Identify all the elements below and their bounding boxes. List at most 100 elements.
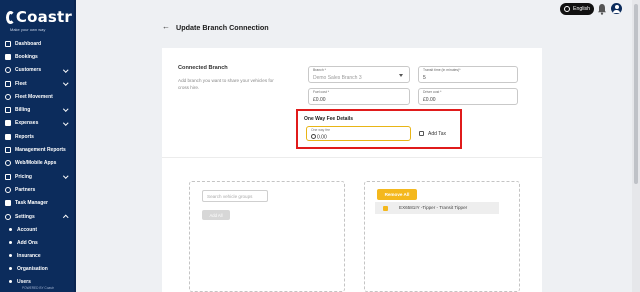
settings-icon: [5, 213, 11, 220]
add-tax-checkbox[interactable]: [419, 131, 424, 136]
chevron-down-icon: [62, 173, 68, 179]
list-item-label: EX6581IY -Tipper - Transit Tipper: [399, 205, 468, 210]
sidebar-item-reports[interactable]: Reports: [0, 130, 76, 143]
customers-icon: [5, 67, 11, 74]
sidebar-scrollbar[interactable]: [74, 0, 76, 292]
fleet-movement-icon: [5, 93, 11, 100]
sidebar-subitem-label: Users: [17, 278, 31, 285]
list-item[interactable]: EX6581IY -Tipper - Transit Tipper: [375, 202, 499, 214]
brand-name-wrap: Coastr: [6, 8, 72, 26]
branch-value: Demo Sales Branch 3: [313, 75, 362, 81]
sidebar-subitem-label: Add Ons: [17, 239, 38, 246]
transit-time-field[interactable]: Transit time (in minutes)* 5: [418, 66, 518, 83]
reports-icon: [5, 133, 11, 140]
powered-by: POWERED BY Coastr: [22, 286, 54, 290]
sidebar-item-label: Fleet: [15, 80, 27, 87]
partners-icon: [5, 186, 11, 193]
sidebar-item-expenses[interactable]: Expenses: [0, 117, 76, 130]
sidebar-item-label: Fleet Movement: [15, 93, 53, 100]
bullet-icon: [9, 280, 12, 284]
sidebar-item-label: Web/Mobile Apps: [15, 160, 57, 167]
fuel-cost-label: Fuel cost *: [313, 90, 330, 94]
sidebar-item-management-reports[interactable]: Management Reports: [0, 143, 76, 156]
scrollbar-thumb[interactable]: [634, 4, 638, 184]
chevron-down-icon: [62, 66, 68, 72]
bullet-icon: [9, 228, 12, 232]
currency-icon: [311, 133, 316, 139]
sidebar-item-label: Expenses: [15, 120, 39, 127]
search-vehicle-groups-input[interactable]: Search vehicle groups: [202, 190, 268, 202]
user-avatar-icon[interactable]: [611, 3, 622, 14]
sidebar-item-label: Dashboard: [15, 40, 42, 47]
sidebar-item-pricing[interactable]: Pricing: [0, 170, 76, 183]
sidebar-item-label: Partners: [15, 186, 36, 193]
brand-logo[interactable]: Coastr Make your own way: [6, 8, 72, 34]
selected-groups-panel: Remove All EX6581IY -Tipper - Transit Ti…: [364, 181, 520, 292]
one-way-fee-section: One Way Fee Details One way fee 0.00 Add…: [296, 109, 462, 149]
sidebar-subitem-insurance[interactable]: Insurance: [0, 249, 76, 262]
sidebar-subitem-account[interactable]: Account: [0, 223, 76, 236]
task-manager-icon: [5, 200, 11, 207]
bookings-icon: [5, 53, 11, 60]
sidebar-item-label: Task Manager: [15, 200, 48, 207]
transit-time-label: Transit time (in minutes)*: [423, 68, 461, 72]
fuel-cost-value: £0.00: [313, 97, 326, 103]
logo-mark-icon: [6, 10, 15, 24]
billing-icon: [5, 107, 11, 114]
one-way-fee-label: One way fee: [311, 128, 331, 132]
sidebar-item-label: Management Reports: [15, 147, 66, 154]
add-all-button[interactable]: Add All: [202, 210, 230, 220]
fuel-cost-field[interactable]: Fuel cost * £0.00: [308, 88, 410, 105]
fleet-icon: [5, 80, 11, 87]
back-arrow-icon[interactable]: ←: [162, 22, 170, 31]
chevron-down-icon: [62, 80, 68, 86]
sidebar-item-label: Settings: [15, 213, 35, 220]
sidebar-subitem-organisation[interactable]: Organisation: [0, 262, 76, 275]
sidebar-subitem-label: Account: [17, 226, 37, 233]
driver-cost-label: Driver cost *: [423, 90, 442, 94]
brand-name: Coastr: [15, 8, 72, 26]
one-way-fee-value-wrap: 0.00: [311, 133, 327, 140]
one-way-fee-input[interactable]: One way fee 0.00: [306, 126, 411, 141]
page-scrollbar[interactable]: [632, 0, 640, 292]
section-divider: [162, 157, 542, 158]
sidebar-item-settings[interactable]: Settings: [0, 210, 76, 223]
sidebar-item-customers[interactable]: Customers: [0, 64, 76, 77]
one-way-fee-title: One Way Fee Details: [304, 116, 353, 122]
dashboard-icon: [5, 40, 11, 47]
sidebar-item-task-manager[interactable]: Task Manager: [0, 197, 76, 210]
transit-time-value: 5: [423, 75, 426, 81]
driver-cost-field[interactable]: Driver cost * £0.00: [418, 88, 518, 105]
sidebar-item-fleet[interactable]: Fleet: [0, 77, 76, 90]
sidebar-subitem-label: Insurance: [17, 252, 41, 259]
expenses-icon: [5, 120, 11, 127]
sidebar-item-dashboard[interactable]: Dashboard: [0, 37, 76, 50]
page-title: Update Branch Connection: [176, 23, 269, 32]
chevron-down-icon: [62, 106, 68, 112]
brand-tagline: Make your own way: [10, 27, 46, 32]
sidebar-item-web-mobile-apps[interactable]: Web/Mobile Apps: [0, 157, 76, 170]
remove-all-button[interactable]: Remove All: [377, 189, 417, 200]
list-item-checkbox[interactable]: [383, 205, 388, 211]
branch-label: Branch *: [313, 68, 327, 72]
sidebar-item-label: Customers: [15, 67, 42, 74]
sidebar-subitem-add-ons[interactable]: Add Ons: [0, 236, 76, 249]
branch-select[interactable]: Branch * Demo Sales Branch 3: [308, 66, 410, 83]
sidebar-item-fleet-movement[interactable]: Fleet Movement: [0, 90, 76, 103]
one-way-fee-value: 0.00: [317, 134, 327, 140]
language-button[interactable]: English: [560, 3, 594, 15]
bell-icon[interactable]: [597, 3, 607, 15]
bullet-icon: [9, 241, 12, 245]
topbar: English: [76, 0, 632, 18]
driver-cost-value: £0.00: [423, 97, 436, 103]
available-groups-panel: Search vehicle groups Add All: [189, 181, 345, 292]
sidebar-item-label: Reports: [15, 133, 34, 140]
management-reports-icon: [5, 147, 11, 154]
sidebar-subitem-label: Organisation: [17, 265, 48, 272]
sidebar-item-bookings[interactable]: Bookings: [0, 50, 76, 63]
sidebar-item-billing[interactable]: Billing: [0, 103, 76, 116]
sidebar-item-partners[interactable]: Partners: [0, 183, 76, 196]
connected-branch-description: Add branch you want to share your vehicl…: [178, 78, 274, 90]
chevron-up-icon: [62, 215, 68, 221]
chevron-down-icon: [62, 120, 68, 126]
